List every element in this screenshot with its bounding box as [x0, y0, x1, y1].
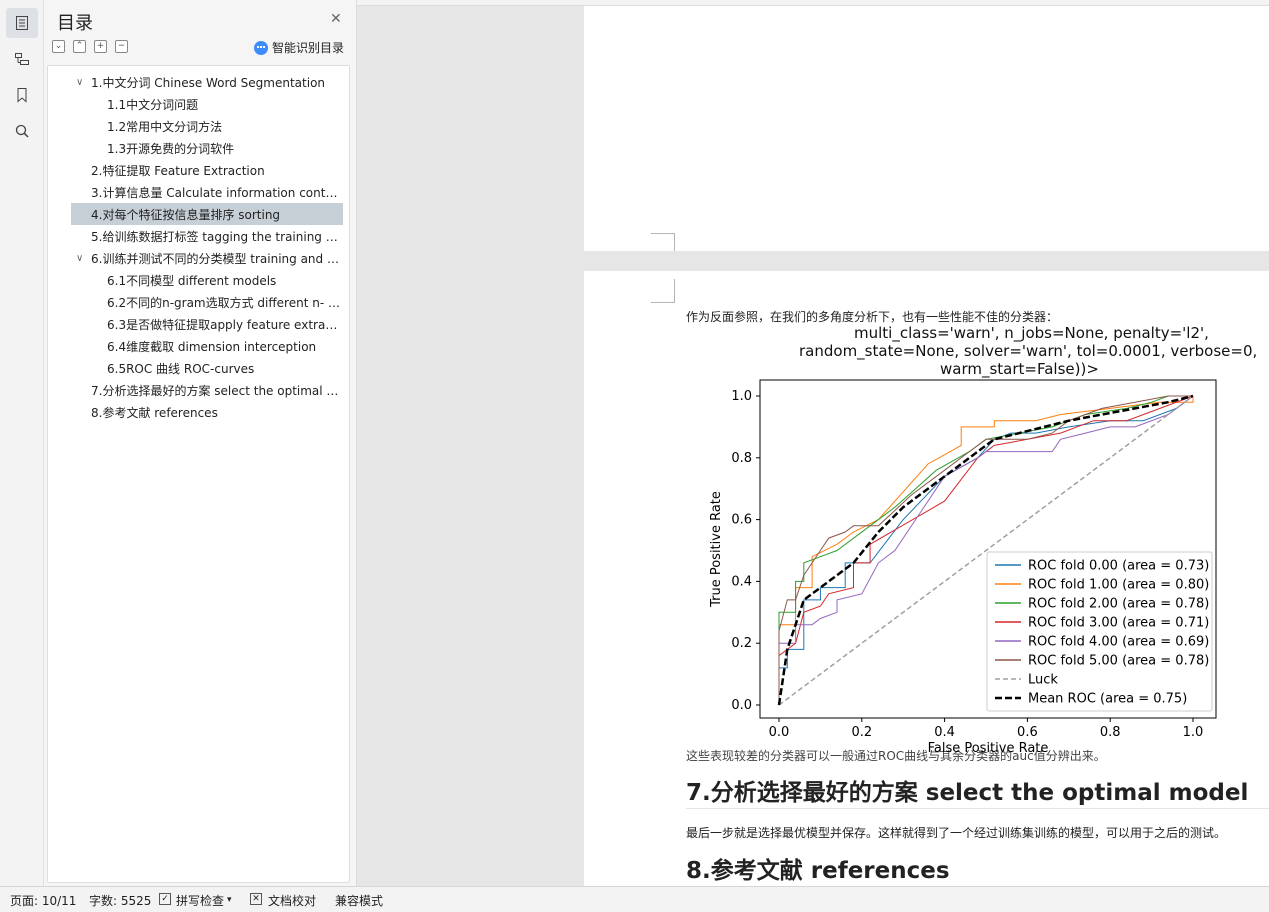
legend-label: ROC fold 4.00 (area = 0.69) — [1028, 635, 1209, 650]
toc-item[interactable]: 3.计算信息量 Calculate information cont … — [91, 182, 341, 204]
toc-item[interactable]: 7.分析选择最好的方案 select the optimal … — [91, 380, 341, 402]
outline-icon[interactable] — [6, 44, 38, 74]
toc-item-selected[interactable]: 4.对每个特征按信息量排序 sorting — [91, 204, 341, 226]
x-tick-label: 0.0 — [769, 725, 790, 740]
legend-label: Mean ROC (area = 0.75) — [1028, 692, 1187, 707]
toc-view-icon[interactable] — [6, 8, 38, 38]
intro-paragraph: 作为反面参照，在我们的多角度分析下，也有一些性能不佳的分类器： — [686, 310, 1059, 324]
toc-item[interactable]: 6.5ROC 曲线 ROC-curves — [107, 358, 341, 380]
crop-mark — [651, 233, 675, 251]
toc-title: 目录 — [57, 13, 93, 34]
proofread-button[interactable]: 文档校对 — [268, 892, 316, 909]
toc-item[interactable]: 6.2不同的n-gram选取方式 different n- … — [107, 292, 341, 314]
roc-chart: 0.0 0.2 0.4 0.6 0.8 1.0 0.0 0.2 0.4 0.6 0.8 1.0 Fals… — [709, 379, 1217, 756]
y-tick-label: 0.6 — [731, 513, 752, 528]
legend-box — [986, 551, 1213, 712]
compat-mode: 兼容模式 — [335, 894, 384, 908]
toc-item[interactable]: 6.训练并测试不同的分类模型 training and … — [91, 248, 341, 270]
code-line: random_state=None, solver='warn', tol=0.… — [799, 342, 1258, 360]
toc-item[interactable]: 6.1不同模型 different models — [107, 270, 341, 292]
side-rail — [0, 0, 44, 886]
heading-section-8: 8.参考文献 references — [686, 858, 950, 884]
smart-toc-button[interactable]: 智能识别目录 — [254, 39, 344, 56]
y-tick-label: 0.2 — [731, 636, 752, 651]
legend-label: ROC fold 2.00 (area = 0.78) — [1028, 597, 1209, 612]
remove-level-icon[interactable]: − — [115, 40, 128, 53]
document-page: 作为反面参照，在我们的多角度分析下，也有一些性能不佳的分类器： multi_cl… — [584, 271, 1269, 886]
toc-panel: 目录 ✕ ⌄ ⌃ + − 智能识别目录 ∨ 1.中文分词 Chinese Wor… — [44, 0, 357, 886]
y-tick-label: 1.0 — [731, 389, 752, 404]
toc-item[interactable]: 6.4维度截取 dimension interception — [107, 336, 341, 358]
document-page-previous — [584, 6, 1269, 251]
toc-item[interactable]: 1.3开源免费的分词软件 — [107, 138, 341, 160]
proofread-icon: ✕ — [250, 893, 262, 905]
collapse-all-icon[interactable]: ⌄ — [52, 40, 65, 53]
chevron-down-icon[interactable]: ∨ — [76, 72, 86, 94]
legend-label: ROC fold 5.00 (area = 0.78) — [1028, 654, 1209, 669]
y-tick-label: 0.4 — [731, 574, 752, 589]
code-line: multi_class='warn', n_jobs=None, penalty… — [854, 324, 1209, 342]
heading-section-7: 7.分析选择最好的方案 select the optimal model — [686, 780, 1249, 806]
chevron-down-icon[interactable]: ▾ — [227, 895, 232, 905]
toc-item[interactable]: 8.参考文献 references — [91, 402, 341, 424]
legend-label: Luck — [1028, 673, 1058, 688]
legend-label: ROC fold 1.00 (area = 0.80) — [1028, 578, 1209, 593]
x-tick-label: 0.2 — [851, 725, 872, 740]
page-indicator[interactable]: 页面: 10/11 — [10, 892, 76, 909]
toc-item[interactable]: 1.2常用中文分词方法 — [107, 116, 341, 138]
toc-item[interactable]: 1.1中文分词问题 — [107, 94, 341, 116]
status-bar: 页面: 10/11 字数: 5525 ✓ 拼写检查 ▾ ✕ 文档校对 兼容模式 — [0, 886, 1269, 912]
paragraph-section-7: 最后一步就是选择最优模型并保存。这样就得到了一个经过训练集训练的模型，可以用于之… — [686, 826, 1227, 840]
spellcheck-button[interactable]: 拼写检查 — [176, 892, 224, 909]
toc-item[interactable]: 1.中文分词 Chinese Word Segmentation — [91, 72, 341, 94]
bookmark-icon[interactable] — [6, 80, 38, 110]
toc-item[interactable]: 2.特征提取 Feature Extraction — [91, 160, 341, 182]
y-axis-label: True Positive Rate — [709, 491, 724, 608]
y-tick-label: 0.8 — [731, 451, 752, 466]
divider — [686, 808, 1269, 809]
close-icon[interactable]: ✕ — [330, 11, 342, 27]
word-count[interactable]: 字数: 5525 — [89, 892, 151, 909]
toc-item[interactable]: 5.给训练数据打标签 tagging the training … — [91, 226, 341, 248]
x-axis-label: False Positive Rate — [928, 741, 1049, 756]
smart-toc-label: 智能识别目录 — [272, 41, 345, 55]
toc-item[interactable]: 6.3是否做特征提取apply feature extrac … — [107, 314, 341, 336]
x-tick-label: 0.8 — [1100, 725, 1121, 740]
x-tick-label: 1.0 — [1183, 725, 1204, 740]
smart-icon — [254, 40, 268, 55]
legend-label: ROC fold 3.00 (area = 0.71) — [1028, 616, 1209, 631]
spellcheck-icon: ✓ — [159, 893, 171, 905]
toc-list: ∨ 1.中文分词 Chinese Word Segmentation 1.1中文… — [47, 65, 350, 883]
x-tick-label: 0.6 — [1017, 725, 1038, 740]
x-tick-label: 0.4 — [934, 725, 955, 740]
expand-up-icon[interactable]: ⌃ — [73, 40, 86, 53]
y-tick-label: 0.0 — [731, 698, 752, 713]
add-level-icon[interactable]: + — [94, 40, 107, 53]
chevron-down-icon[interactable]: ∨ — [76, 248, 86, 270]
legend-label: ROC fold 0.00 (area = 0.73) — [1028, 559, 1209, 574]
crop-mark — [651, 279, 675, 303]
toc-toolbar: ⌄ ⌃ + − — [52, 40, 128, 53]
search-icon[interactable] — [6, 116, 38, 146]
